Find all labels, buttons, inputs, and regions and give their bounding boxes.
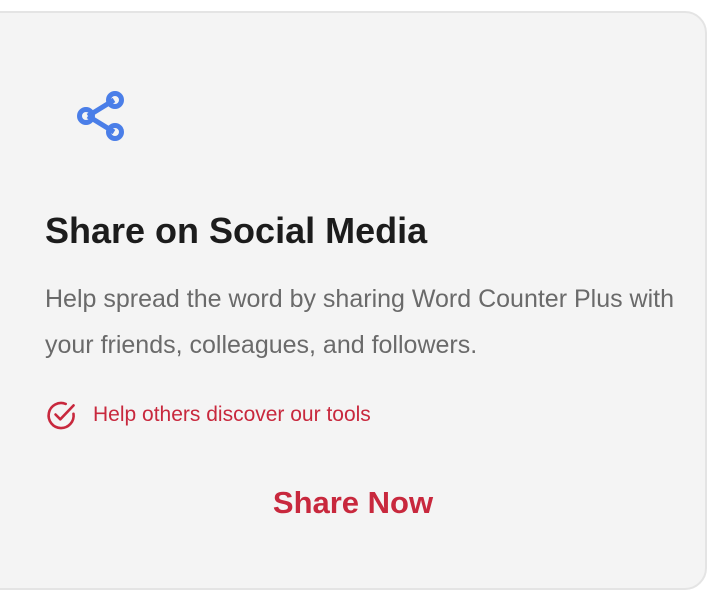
card-description: Help spread the word by sharing Word Cou… — [45, 285, 675, 359]
feature-item: Help others discover our tools — [45, 399, 371, 431]
check-circle-icon — [47, 401, 75, 430]
share-icon — [77, 91, 124, 141]
share-now-button[interactable]: Share Now — [248, 478, 458, 528]
card-title: Share on Social Media — [45, 210, 428, 251]
feature-text: Help others discover our tools — [93, 403, 371, 426]
